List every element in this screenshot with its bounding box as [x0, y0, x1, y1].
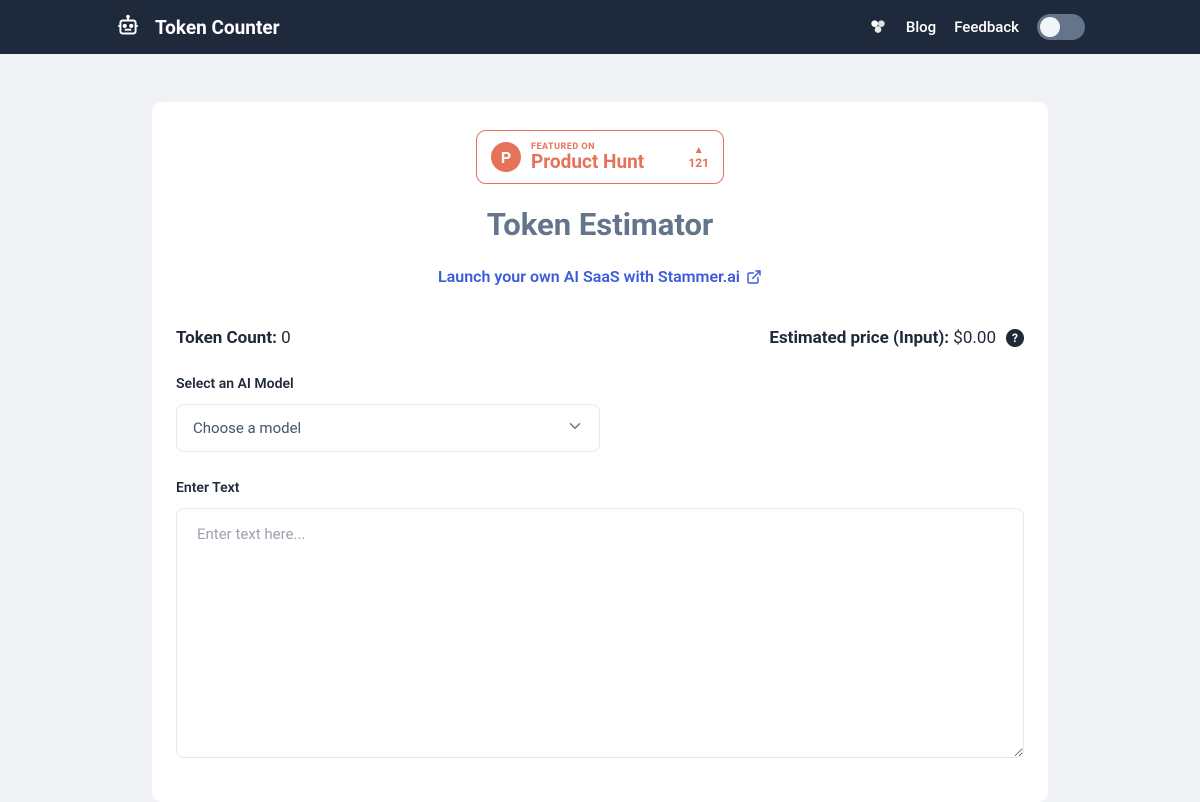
header-right: Blog Feedback [868, 14, 1085, 40]
product-hunt-name: Product Hunt [531, 152, 678, 173]
product-hunt-badge[interactable]: P FEATURED ON Product Hunt ▲ 121 [476, 130, 724, 184]
header-left: Token Counter [115, 14, 280, 40]
product-hunt-vote-count: 121 [688, 156, 709, 170]
product-hunt-votes: ▲ 121 [688, 145, 709, 170]
price-label: Estimated price (Input): [769, 328, 949, 348]
nav-feedback-link[interactable]: Feedback [954, 18, 1019, 36]
app-header: Token Counter Blog Feedback [0, 0, 1200, 54]
theme-toggle[interactable] [1037, 14, 1085, 40]
main-content: P FEATURED ON Product Hunt ▲ 121 Token E… [152, 102, 1048, 802]
text-input-label: Enter Text [176, 480, 1024, 496]
price-section: Estimated price (Input): $0.00 ? [769, 328, 1024, 348]
robot-logo-icon [115, 14, 141, 40]
app-title: Token Counter [155, 16, 280, 39]
upvote-arrow-icon: ▲ [694, 145, 704, 156]
model-select-wrapper: Choose a model [176, 404, 600, 452]
product-hunt-logo-icon: P [491, 142, 521, 172]
product-hunt-text: FEATURED ON Product Hunt [531, 142, 678, 173]
price-value: $0.00 [953, 328, 996, 348]
model-select[interactable]: Choose a model [176, 404, 600, 452]
token-count: Token Count: 0 [176, 328, 291, 348]
text-input[interactable] [176, 508, 1024, 758]
model-select-label: Select an AI Model [176, 376, 1024, 392]
token-count-value: 0 [281, 328, 291, 348]
launch-link-text: Launch your own AI SaaS with Stammer.ai [438, 267, 740, 286]
stats-row: Token Count: 0 Estimated price (Input): … [176, 328, 1024, 348]
page-title: Token Estimator [176, 206, 1024, 243]
help-icon[interactable]: ? [1006, 329, 1024, 347]
nav-blog-link[interactable]: Blog [906, 18, 936, 36]
toggle-knob [1040, 17, 1060, 37]
launch-saas-link[interactable]: Launch your own AI SaaS with Stammer.ai [176, 267, 1024, 286]
chatbot-icon[interactable] [868, 17, 888, 37]
external-link-icon [746, 269, 762, 285]
token-count-label: Token Count: [176, 328, 277, 348]
